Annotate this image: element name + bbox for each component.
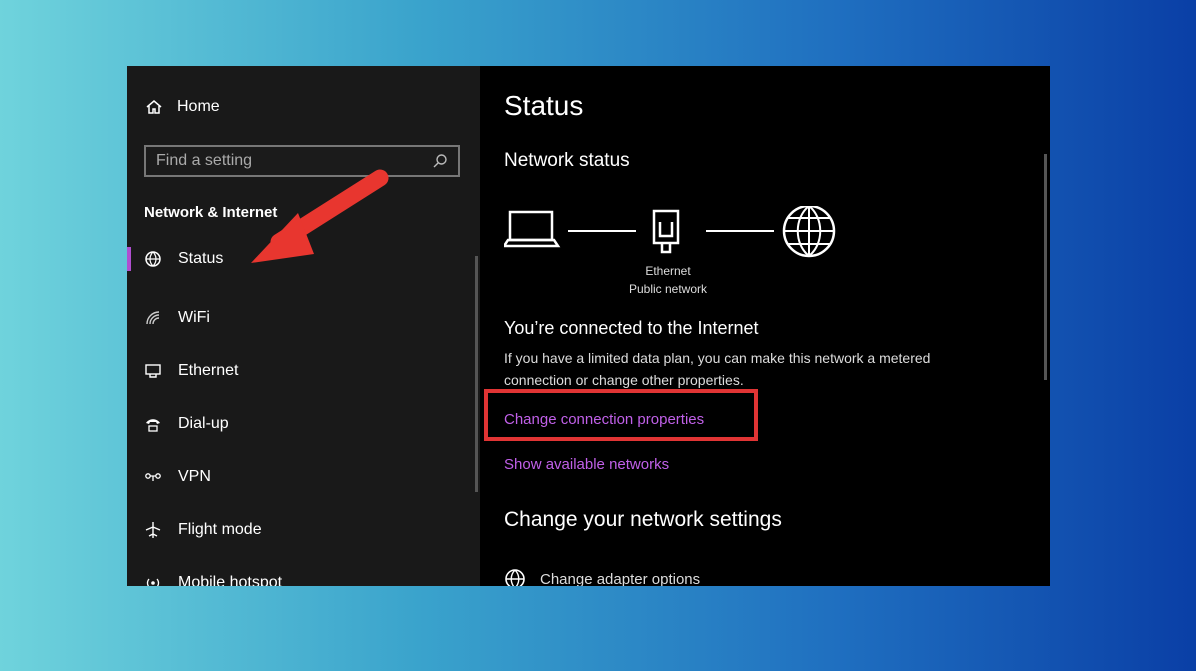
red-arrow-annotation xyxy=(251,169,389,263)
settings-window: Home Find a setting Network & Internet S… xyxy=(127,66,1050,586)
